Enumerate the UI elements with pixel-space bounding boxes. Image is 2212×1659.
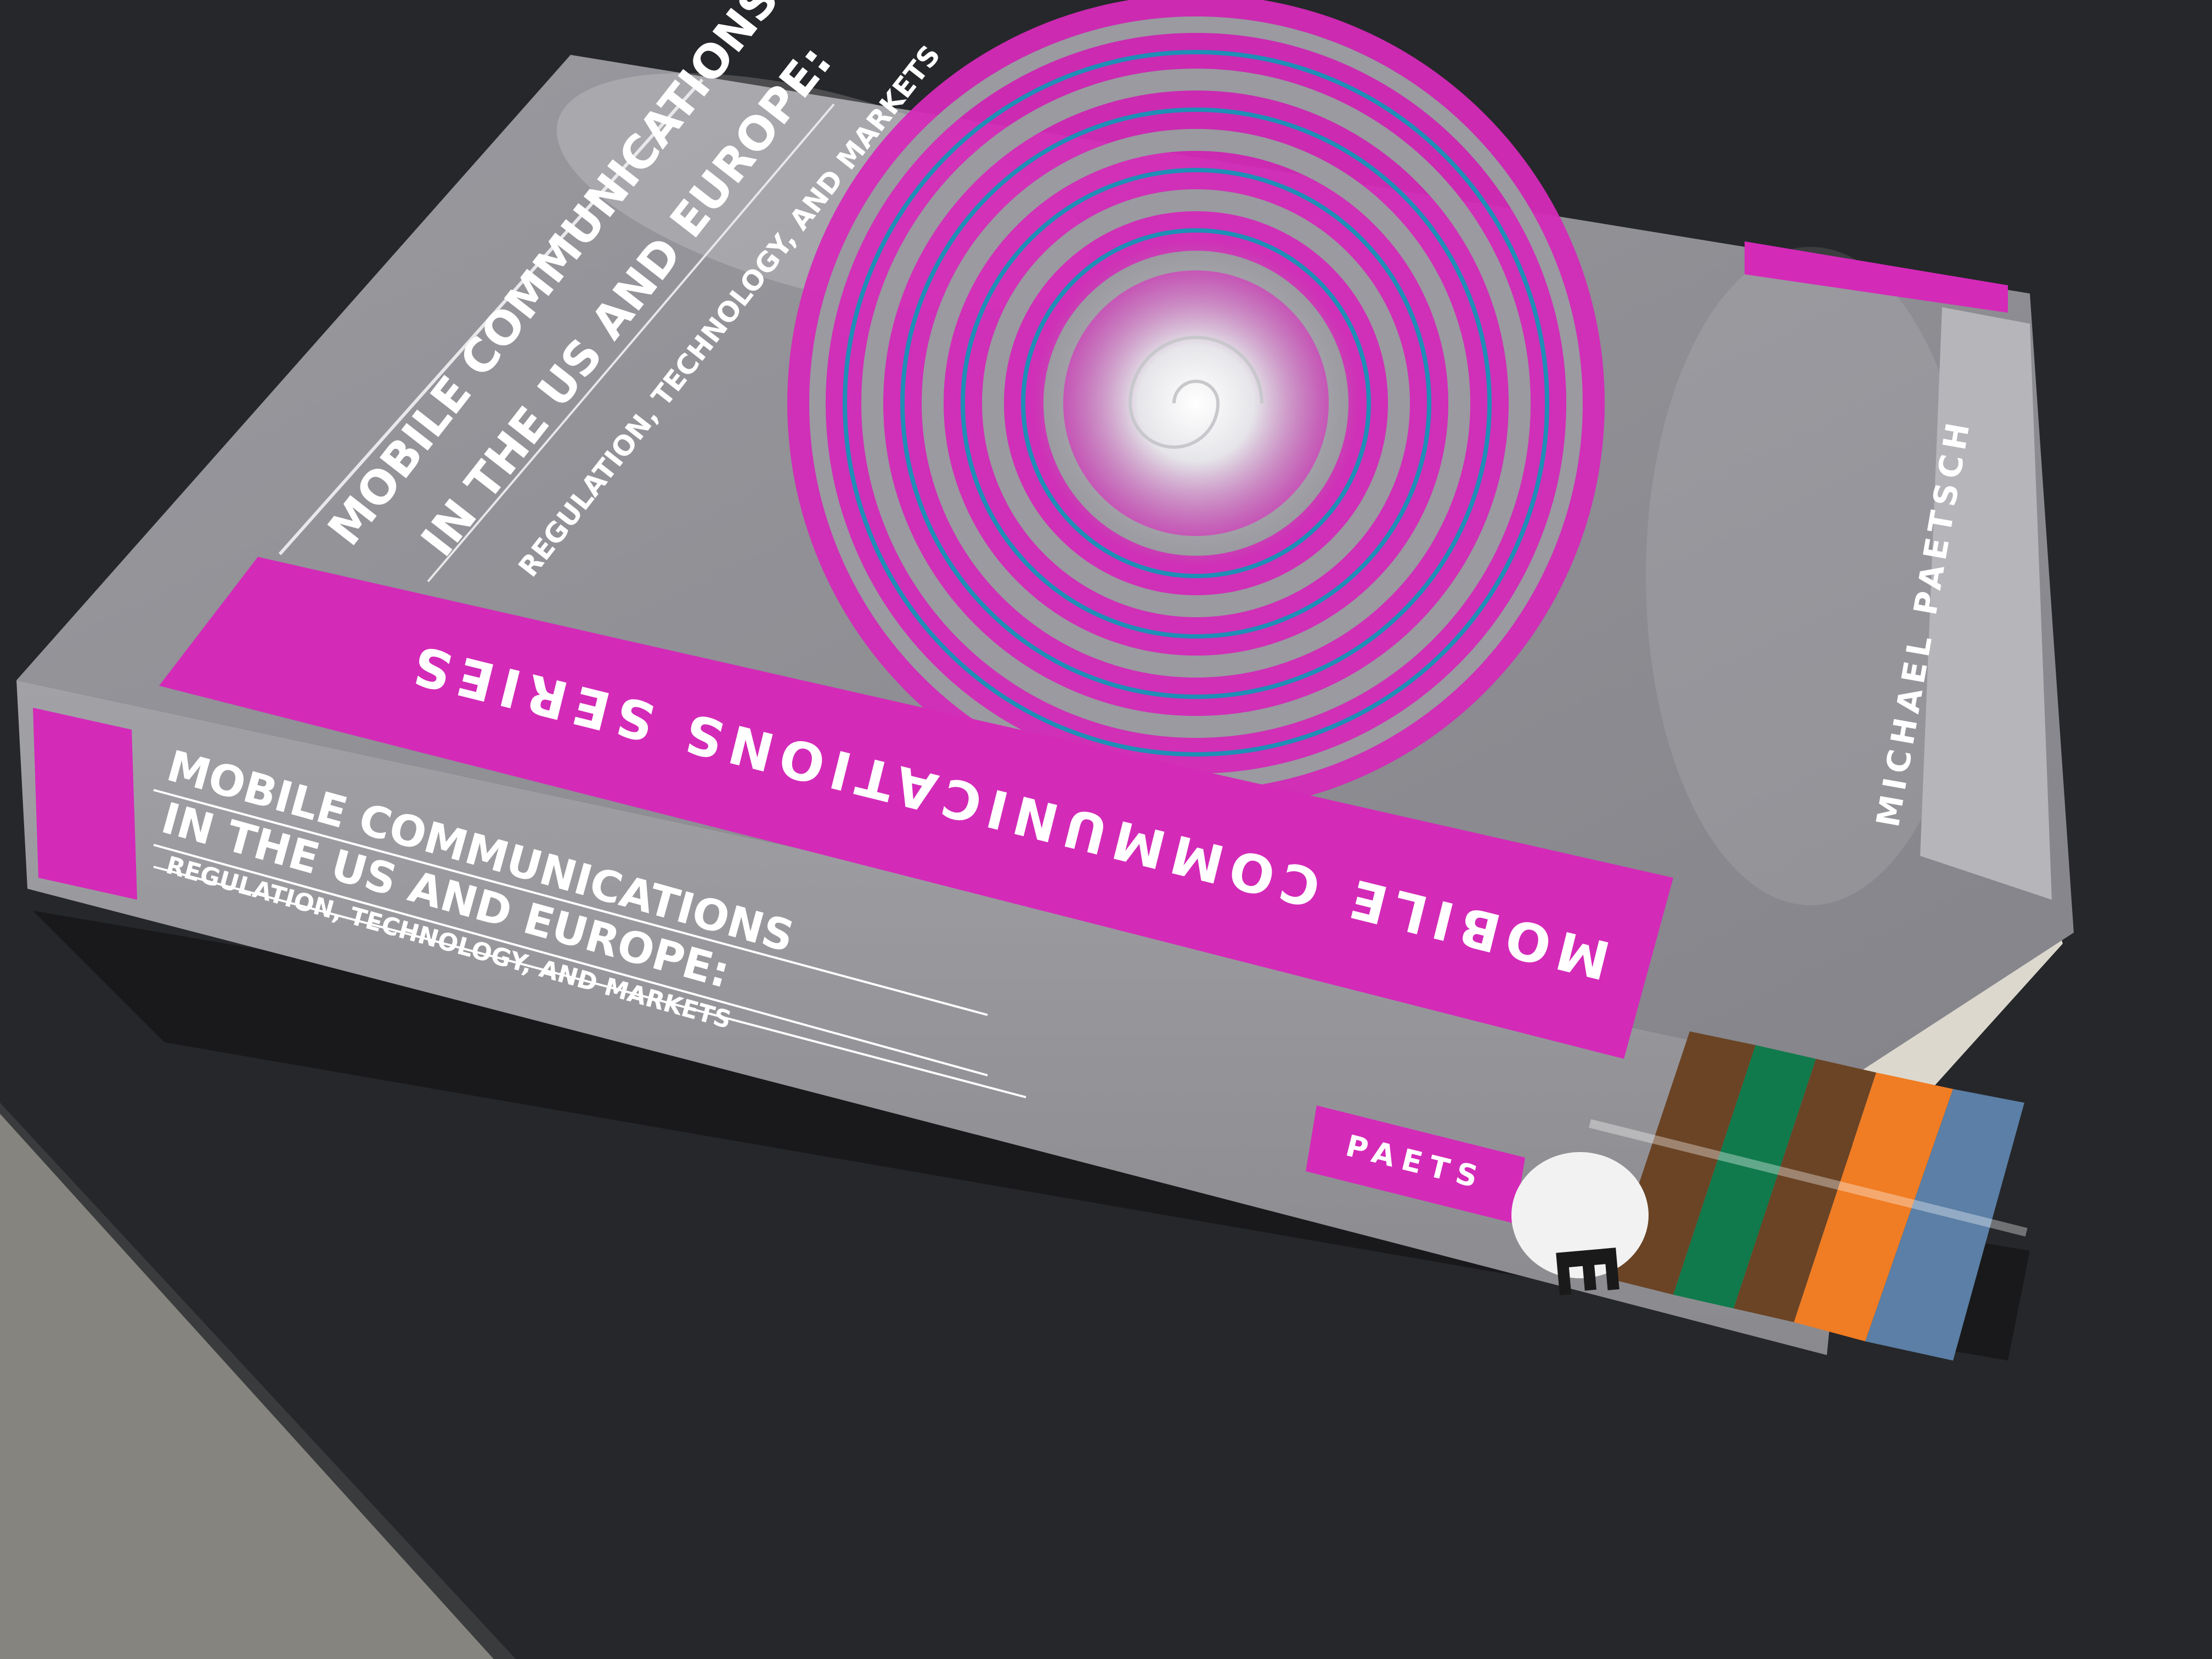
spine-tab: [33, 708, 137, 900]
library-label: E: [1536, 1239, 1635, 1303]
photo-scene: MOBILE COMMUNICATIONS IN THE US AND EURO…: [0, 0, 2212, 1659]
spiral-artwork: [787, 0, 1605, 812]
